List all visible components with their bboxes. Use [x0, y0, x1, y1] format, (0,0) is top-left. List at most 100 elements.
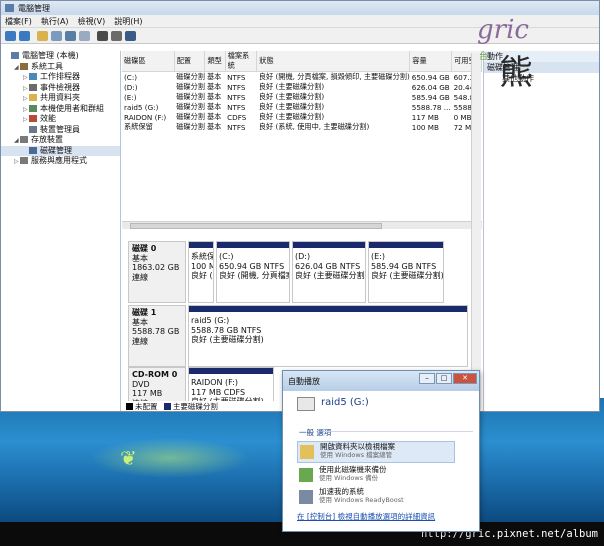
tree-item[interactable]: 磁碟管理 — [1, 145, 120, 156]
table-cell: NTFS — [227, 102, 246, 112]
menu-view[interactable]: 檢視(V) — [78, 16, 106, 27]
partition-block[interactable]: (D:) 626.04 GB NTFS 良好 (主要磁碟分割) — [292, 241, 366, 303]
table-row[interactable]: RAIDON (F:) 磁碟分割 基本 CDFS 良好 (主要磁碟分割) 117 MB 0 … — [122, 112, 482, 122]
table-row[interactable]: (E:) 磁碟分割 基本 NTFS 良好 (主要磁碟分割) 585.94 GB 548.84 — [122, 92, 482, 102]
horizontal-scrollbar[interactable] — [122, 221, 482, 229]
column-header[interactable]: 配置 — [174, 51, 206, 72]
menu-file[interactable]: 檔案(F) — [5, 16, 32, 27]
table-cell: 626.04 GB — [411, 82, 450, 92]
export-icon[interactable] — [111, 30, 122, 41]
performance-icon — [29, 115, 37, 122]
logo-text: gric — [477, 15, 529, 45]
partition-block[interactable]: (C:) 650.94 GB NTFS 良好 (開機, 分頁檔案, — [216, 241, 290, 303]
up-folder-icon[interactable] — [37, 30, 48, 41]
refresh-icon[interactable] — [97, 30, 108, 41]
tree-item[interactable]: ▷ 效能 — [1, 114, 120, 125]
scroll-thumb[interactable] — [130, 223, 382, 229]
partition-text: (D:) — [295, 252, 311, 261]
volume-list: 磁碟區 配置 類型 檔案系統 狀態 容量 可用空 (C:) 磁碟分割 基本 NTFS 良好 (開機,… — [122, 51, 482, 223]
legend-primary: 主要磁碟分割 — [172, 402, 218, 411]
tree-item[interactable]: ▷ 共用資料夾 — [1, 93, 120, 104]
back-icon[interactable] — [5, 30, 16, 41]
option-backup[interactable]: 使用此磁碟機來備份 使用 Windows 備份 — [297, 465, 455, 487]
backup-icon — [299, 468, 313, 482]
table-cell: 磁碟分割 — [176, 92, 205, 101]
table-cell: 5588.78 ... — [411, 102, 451, 112]
disk-view-icon[interactable] — [125, 30, 136, 41]
properties-icon[interactable] — [65, 30, 76, 41]
table-row[interactable]: (C:) 磁碟分割 基本 NTFS 良好 (開機, 分頁檔案, 損毀傾印, 主要磁碟分割… — [122, 72, 482, 83]
column-header[interactable]: 磁碟區 — [122, 51, 175, 72]
tree-item-label: 本機使用者和群組 — [40, 103, 104, 113]
disk-name: 磁碟 1 — [132, 308, 157, 317]
table-cell: 磁碟分割 — [176, 82, 205, 91]
table-cell: NTFS — [227, 82, 246, 92]
option-readyboost[interactable]: 加速我的系統 使用 Windows ReadyBoost — [297, 487, 455, 509]
column-header[interactable]: 類型 — [204, 51, 226, 72]
help-icon[interactable] — [79, 30, 90, 41]
navigation-tree: 電腦管理 (本機) ◢ 系統工具 ▷ 工作排程器 ▷ 事件檢視器 ▷ 共用資料夾 ▷ 本機使用者和群… — [1, 51, 121, 411]
option-title: 使用此磁碟機來備份 — [319, 465, 387, 474]
menu-action[interactable]: 執行(A) — [41, 16, 69, 27]
disk-management-pane: 磁碟區 配置 類型 檔案系統 狀態 容量 可用空 (C:) 磁碟分割 基本 NTFS 良好 (開機,… — [122, 51, 482, 411]
tree-item[interactable]: 裝置管理員 — [1, 125, 120, 136]
column-header[interactable]: 檔案系統 — [225, 51, 258, 72]
desktop-flare — [90, 438, 250, 478]
disk-size: 1863.02 GB — [132, 263, 180, 272]
partition-text: 良好 (主要磁碟分割) — [295, 271, 366, 280]
table-cell: 100 MB — [411, 122, 439, 132]
maximize-icon[interactable]: □ — [436, 373, 452, 384]
column-header[interactable]: 狀態 — [256, 51, 411, 72]
tree-item-label: 事件檢視器 — [40, 82, 80, 92]
option-open-folder[interactable]: 開啟資料夾以檢視檔案 使用 Windows 檔案總管 — [297, 441, 455, 463]
table-row[interactable]: 系統保留 磁碟分割 基本 NTFS 良好 (系統, 使用中, 主要磁碟分割) 100 MB… — [122, 122, 482, 132]
close-icon[interactable]: ✕ — [453, 373, 477, 384]
table-cell: 良好 (主要磁碟分割) — [258, 112, 325, 121]
partition-block[interactable]: 系統保 100 M 良好 ( — [188, 241, 214, 303]
group-divider — [323, 431, 473, 432]
disk-row: 磁碟 0 基本 1863.02 GB 連線 系統保 100 M 良好 ((C:) 650.94… — [128, 241, 472, 303]
disk-label[interactable]: 磁碟 0 基本 1863.02 GB 連線 — [128, 241, 186, 303]
tree-item[interactable]: ▷ 服務與應用程式 — [1, 156, 120, 167]
partition-block[interactable]: raid5 (G:) 5588.78 GB NTFS 良好 (主要磁碟分割) — [188, 305, 468, 367]
tree-item[interactable]: ◢ 系統工具 — [1, 62, 120, 73]
folder-open-icon — [300, 445, 314, 459]
column-header[interactable]: 容量 — [409, 51, 453, 72]
window-titlebar[interactable]: 電腦管理 — [1, 1, 599, 15]
tree-item-label: 電腦管理 (本機) — [22, 51, 79, 60]
partition-text: 良好 (主要磁碟分割) — [191, 335, 264, 344]
clock-icon — [29, 73, 37, 80]
tree-item[interactable]: ▷ 工作排程器 — [1, 72, 120, 83]
table-header-row: 磁碟區 配置 類型 檔案系統 狀態 容量 可用空 — [122, 51, 482, 72]
vertical-scrollbar[interactable] — [471, 53, 481, 409]
table-cell: 良好 (主要磁碟分割) — [258, 92, 325, 101]
partition-text: 626.04 GB NTFS — [295, 261, 361, 271]
tree-item[interactable]: ▷ 本機使用者和群組 — [1, 104, 120, 115]
table-cell: (E:) — [124, 92, 137, 102]
table-cell: 良好 (主要磁碟分割) — [258, 102, 325, 111]
computer-icon — [11, 52, 19, 59]
table-row[interactable]: (D:) 磁碟分割 基本 NTFS 良好 (主要磁碟分割) 626.04 GB 20.44 … — [122, 82, 482, 92]
table-cell: 基本 — [206, 72, 222, 81]
disk-label[interactable]: 磁碟 1 基本 5588.78 GB 連線 — [128, 305, 186, 367]
partition-block[interactable]: (E:) 585.94 GB NTFS 良好 (主要磁碟分割) — [368, 241, 444, 303]
show-tree-icon[interactable] — [51, 30, 62, 41]
table-cell: NTFS — [227, 92, 246, 102]
forward-icon[interactable] — [19, 30, 30, 41]
table-row[interactable]: raid5 (G:) 磁碟分割 基本 NTFS 良好 (主要磁碟分割) 5588.78 .… — [122, 102, 482, 112]
partition-color-bar — [189, 306, 467, 312]
device-icon — [29, 125, 37, 133]
menu-help[interactable]: 說明(H) — [114, 16, 142, 27]
option-subtitle: 使用 Windows 檔案總管 — [320, 451, 393, 459]
tree-item[interactable]: 電腦管理 (本機) — [1, 51, 120, 62]
drive-name: raid5 (G:) — [321, 397, 369, 408]
app-icon — [5, 4, 14, 12]
minimize-icon[interactable]: – — [419, 373, 435, 384]
tree-item-label: 工作排程器 — [40, 72, 80, 81]
tree-item[interactable]: ◢ 存放裝置 — [1, 135, 120, 146]
desktop-leaf-icon: ❦ — [120, 446, 137, 470]
logo-side-text: 台 — [479, 52, 489, 62]
table-cell: NTFS — [227, 122, 246, 132]
tree-item[interactable]: ▷ 事件檢視器 — [1, 83, 120, 94]
autoplay-settings-link[interactable]: 在 [控制台] 檢視自動播放選項的詳細資訊 — [297, 511, 435, 522]
